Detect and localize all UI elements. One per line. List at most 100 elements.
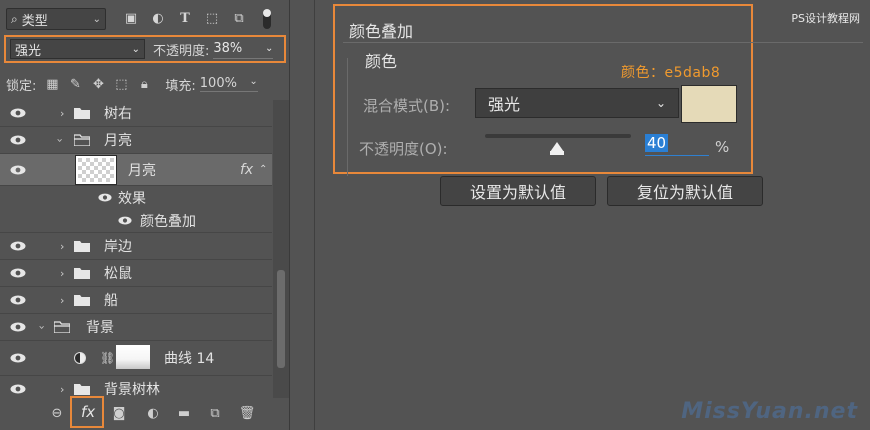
section-divider	[343, 42, 863, 43]
opacity-label: 不透明度:	[153, 43, 210, 59]
opacity-value: 38%	[213, 41, 243, 56]
opacity-slider-track[interactable]	[485, 134, 631, 138]
layer-row[interactable]: › 背景树林	[0, 376, 272, 398]
chevron-down-icon: ⌄	[249, 76, 258, 87]
layer-filter-select[interactable]: ⌕ 类型 ⌄	[6, 8, 106, 30]
layer-name: 背景树林	[104, 382, 160, 398]
scrollbar-thumb[interactable]	[277, 270, 285, 368]
overlay-blend-mode-select[interactable]: 强光 ⌄	[475, 88, 679, 118]
adjustment-filter-icon[interactable]: ◐	[151, 12, 165, 26]
new-layer-icon[interactable]: ⧉	[206, 406, 224, 421]
lock-transparent-icon[interactable]: ▦	[45, 77, 59, 92]
section-title: 颜色叠加	[349, 22, 414, 41]
trash-icon[interactable]: 🗑︎	[238, 406, 256, 421]
chevron-down-icon[interactable]: ›	[36, 325, 49, 329]
link-icon[interactable]: ⛓	[100, 351, 115, 365]
layer-name: 岸边	[104, 239, 132, 255]
color-swatch[interactable]	[681, 85, 737, 123]
visibility-eye-icon[interactable]	[10, 384, 26, 394]
layer-row[interactable]: › 船	[0, 287, 272, 314]
type-filter-icon[interactable]: T	[178, 12, 192, 26]
layer-row[interactable]: › 松鼠	[0, 260, 272, 287]
opacity-unit: %	[715, 138, 730, 156]
color-overlay-section: 颜色叠加 颜色 颜色：e5dab8 混合模式(B): 强光 ⌄ 不透明度(O):…	[333, 4, 863, 176]
add-layer-style-button[interactable]: fx	[70, 396, 104, 428]
layer-name: 船	[104, 293, 118, 309]
watermark-bottom: MissYuan.net	[681, 399, 858, 424]
layer-mask-thumbnail[interactable]	[116, 345, 150, 369]
overlay-opacity-label: 不透明度(O):	[359, 140, 448, 158]
folder-icon	[74, 268, 90, 279]
effects-row[interactable]: 效果	[0, 186, 272, 209]
adjustment-layer-icon	[74, 352, 86, 364]
overlay-opacity-input[interactable]: 40	[645, 134, 709, 156]
folder-open-icon	[54, 321, 70, 333]
visibility-eye-icon[interactable]	[10, 135, 26, 145]
chevron-right-icon[interactable]: ›	[60, 267, 64, 280]
folder-icon	[74, 241, 90, 252]
folder-icon[interactable]: ▬	[175, 406, 193, 421]
adjustment-icon[interactable]: ◐	[144, 406, 162, 421]
folder-icon	[74, 108, 90, 119]
chevron-down-icon: ⌄	[265, 43, 274, 54]
layer-list: › 树右 › 月亮 月亮 fx ⌃ 效果 颜色叠加 › 岸边 › 松鼠 › 船 …	[0, 100, 272, 398]
layer-name: 月亮	[128, 162, 156, 179]
layer-style-dialog: PS设计教程网 颜色叠加 颜色 颜色：e5dab8 混合模式(B): 强光 ⌄ …	[290, 0, 870, 430]
layer-name: 月亮	[104, 133, 132, 149]
fx-icon[interactable]: fx	[240, 162, 253, 178]
layer-row[interactable]: › 岸边	[0, 233, 272, 260]
blend-mode-value: 强光	[15, 43, 42, 59]
chevron-right-icon[interactable]: ›	[60, 240, 64, 253]
visibility-eye-icon[interactable]	[10, 108, 26, 118]
folder-open-icon	[74, 134, 90, 146]
lock-position-icon[interactable]: ✥	[91, 77, 105, 92]
watermark-top: PS设计教程网	[791, 12, 860, 25]
dialog-divider	[314, 0, 315, 430]
effect-row[interactable]: 颜色叠加	[0, 209, 272, 233]
link-icon[interactable]: ⊖	[48, 406, 66, 421]
layer-row-selected[interactable]: 月亮 fx ⌃	[0, 154, 272, 186]
shape-filter-icon[interactable]: ⬚	[205, 12, 219, 26]
opacity-field[interactable]: 38% ⌄	[213, 39, 274, 59]
visibility-eye-icon[interactable]	[118, 216, 132, 225]
filter-toggle[interactable]	[263, 9, 271, 29]
mask-icon[interactable]: ◙	[110, 406, 128, 421]
layer-row[interactable]: › 树右	[0, 100, 272, 127]
reset-default-button[interactable]: 复位为默认值	[607, 176, 763, 206]
chevron-down-icon[interactable]: ›	[54, 138, 67, 142]
fill-field[interactable]: 100% ⌄	[199, 76, 258, 92]
layer-row[interactable]: › 月亮	[0, 127, 272, 154]
visibility-eye-icon[interactable]	[10, 241, 26, 251]
set-default-button[interactable]: 设置为默认值	[440, 176, 596, 206]
chevron-down-icon: ⌄	[131, 43, 140, 55]
opacity-slider-knob[interactable]	[550, 151, 565, 155]
visibility-eye-icon[interactable]	[10, 295, 26, 305]
chevron-up-icon[interactable]: ⌃	[259, 164, 267, 175]
image-filter-icon[interactable]: ▣	[124, 12, 138, 26]
layers-bottom-toolbar: ⊖ ◙ ◐ ▬ ⧉ 🗑︎	[0, 398, 290, 430]
layers-scrollbar[interactable]	[273, 100, 289, 398]
layer-row[interactable]: › 背景	[0, 314, 272, 341]
effect-name: 颜色叠加	[140, 213, 196, 230]
visibility-eye-icon[interactable]	[10, 322, 26, 332]
lock-image-icon[interactable]: ✎	[68, 77, 82, 92]
chevron-right-icon[interactable]: ›	[60, 107, 64, 120]
overlay-opacity-value: 40	[645, 134, 669, 152]
visibility-eye-icon[interactable]	[10, 353, 26, 363]
layer-row[interactable]: ⛓ 曲线 14	[0, 341, 272, 376]
visibility-eye-icon[interactable]	[98, 193, 112, 202]
smart-object-filter-icon[interactable]: ⧉	[232, 12, 246, 26]
visibility-eye-icon[interactable]	[10, 268, 26, 278]
folder-icon	[74, 295, 90, 306]
chevron-right-icon[interactable]: ›	[60, 383, 64, 396]
blend-mode-select[interactable]: 强光 ⌄	[10, 39, 145, 59]
color-annotation: 颜色：e5dab8	[621, 65, 721, 81]
layer-name: 树右	[104, 106, 132, 122]
filter-row: ⌕ 类型 ⌄ ▣ ◐ T ⬚ ⧉	[6, 8, 286, 30]
layer-thumbnail[interactable]	[75, 155, 117, 185]
layer-name: 松鼠	[104, 266, 132, 282]
visibility-eye-icon[interactable]	[10, 165, 26, 175]
lock-artboard-icon[interactable]: ⬚	[114, 77, 128, 92]
lock-all-icon[interactable]: 🔒︎	[137, 77, 151, 92]
chevron-right-icon[interactable]: ›	[60, 294, 64, 307]
